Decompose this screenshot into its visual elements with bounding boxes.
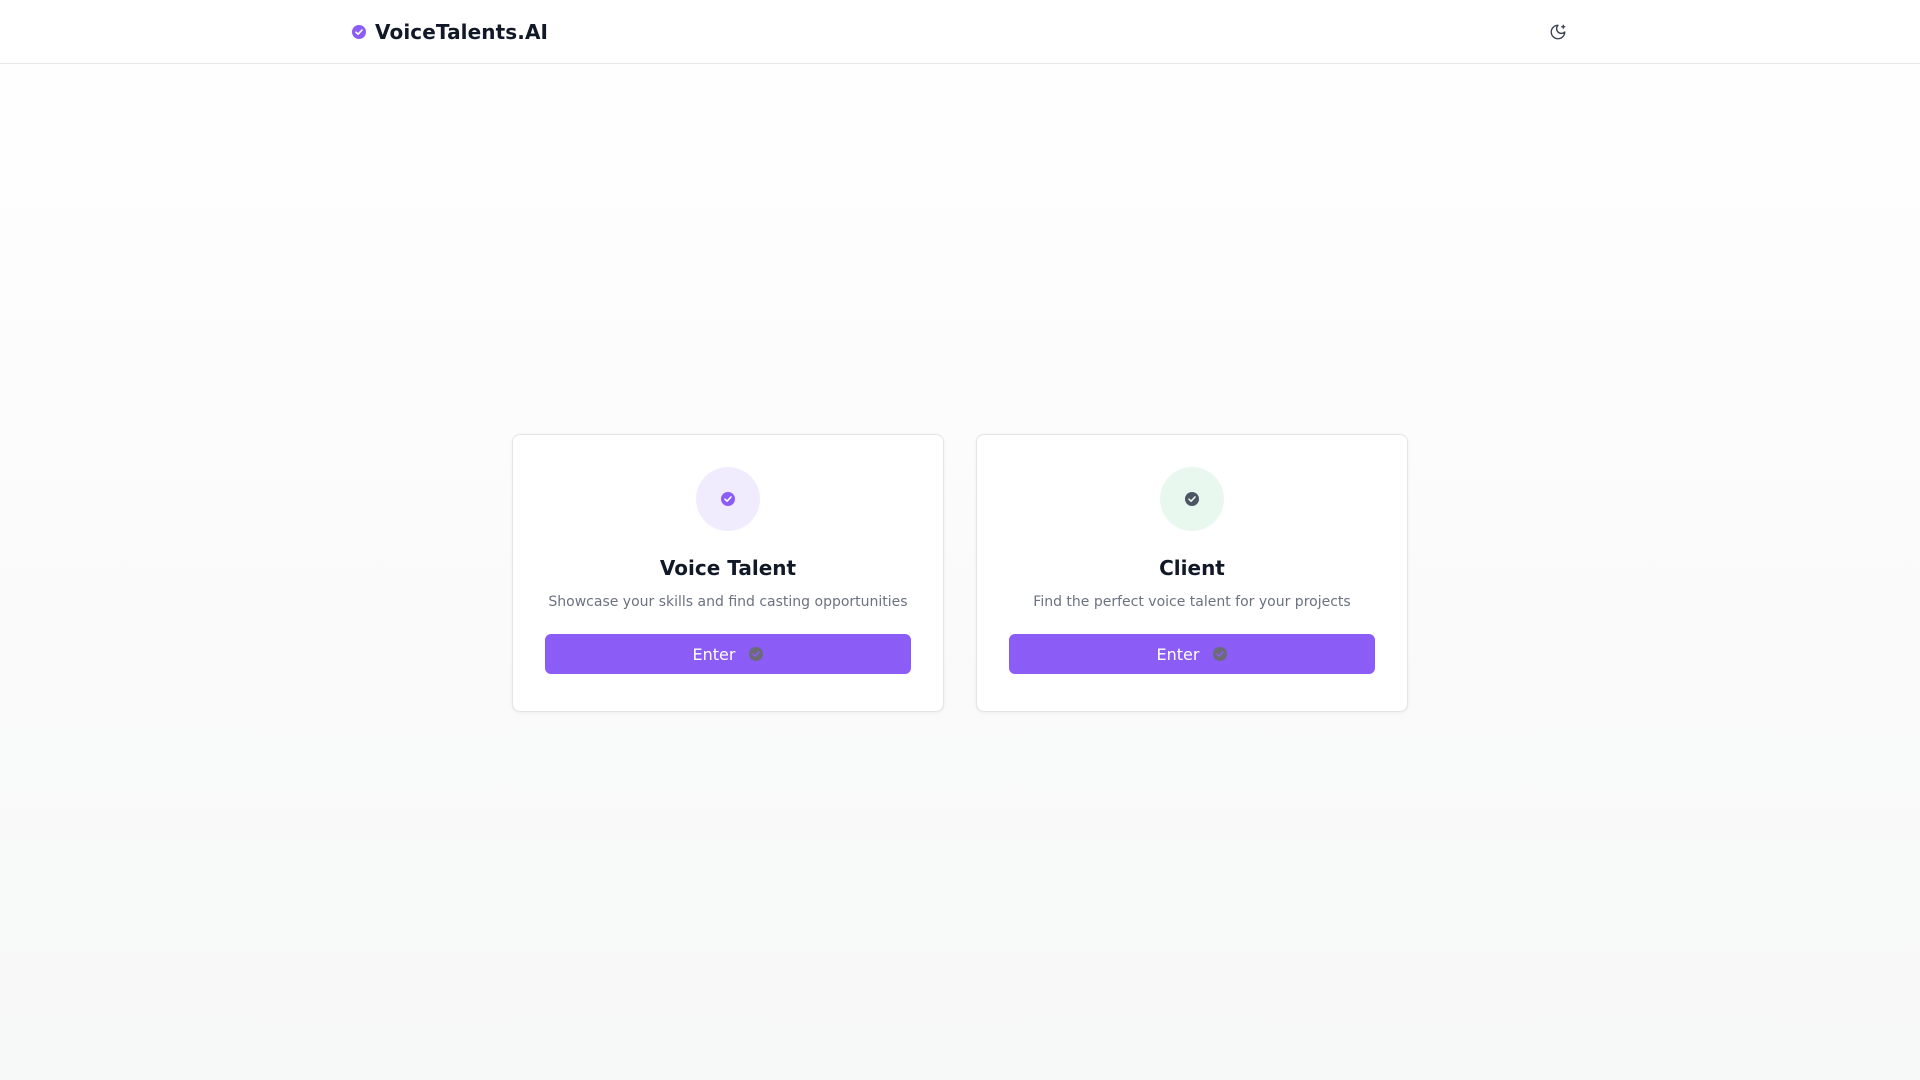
check-circle-icon (721, 492, 735, 506)
client-enter-button[interactable]: Enter (1009, 634, 1375, 674)
role-selection: Voice Talent Showcase your skills and fi… (512, 434, 1408, 712)
client-badge (1160, 467, 1224, 531)
brand[interactable]: VoiceTalents.AI (352, 20, 548, 44)
check-circle-icon (749, 647, 764, 661)
voice-talent-card: Voice Talent Showcase your skills and fi… (512, 434, 944, 712)
top-nav-inner: VoiceTalents.AI (352, 0, 1566, 64)
voice-talent-description: Showcase your skills and find casting op… (548, 594, 908, 610)
client-description: Find the perfect voice talent for your p… (1033, 594, 1351, 610)
enter-button-label: Enter (1156, 644, 1200, 664)
enter-button-label: Enter (692, 644, 736, 664)
moon-icon (1549, 23, 1567, 41)
top-nav: VoiceTalents.AI (0, 0, 1920, 64)
client-title: Client (1159, 556, 1225, 580)
client-card: Client Find the perfect voice talent for… (976, 434, 1408, 712)
voice-talent-badge (696, 467, 760, 531)
theme-toggle-button[interactable] (1540, 14, 1576, 50)
brand-name: VoiceTalents.AI (375, 20, 549, 44)
voice-talent-title: Voice Talent (659, 556, 797, 580)
check-circle-icon (1213, 647, 1228, 661)
check-circle-icon (352, 25, 366, 39)
check-circle-icon (1185, 492, 1199, 506)
voice-talent-enter-button[interactable]: Enter (545, 634, 911, 674)
